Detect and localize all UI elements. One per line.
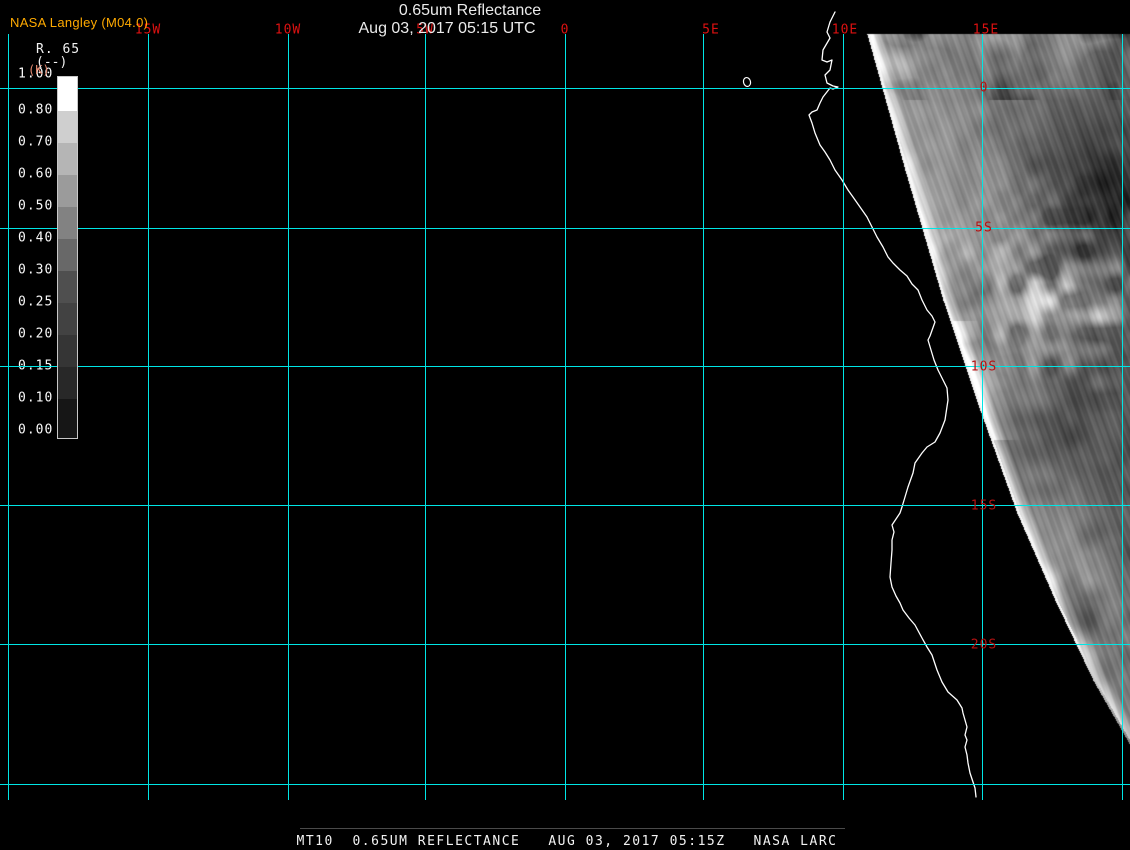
footer-caption: MT10 0.65UM REFLECTANCE AUG 03, 2017 05:… <box>297 834 838 849</box>
product-title: 0.65um Reflectance <box>399 2 541 20</box>
footer-divider <box>300 828 845 829</box>
satellite-product-viewer: NASA Langley (M04.0) 0.65um Reflectance … <box>0 0 1130 850</box>
product-timestamp: Aug 03, 2017 05:15 UTC <box>358 20 535 38</box>
satellite-imagery-canvas <box>0 0 1130 850</box>
provider-label: NASA Langley (M04.0) <box>10 15 148 30</box>
